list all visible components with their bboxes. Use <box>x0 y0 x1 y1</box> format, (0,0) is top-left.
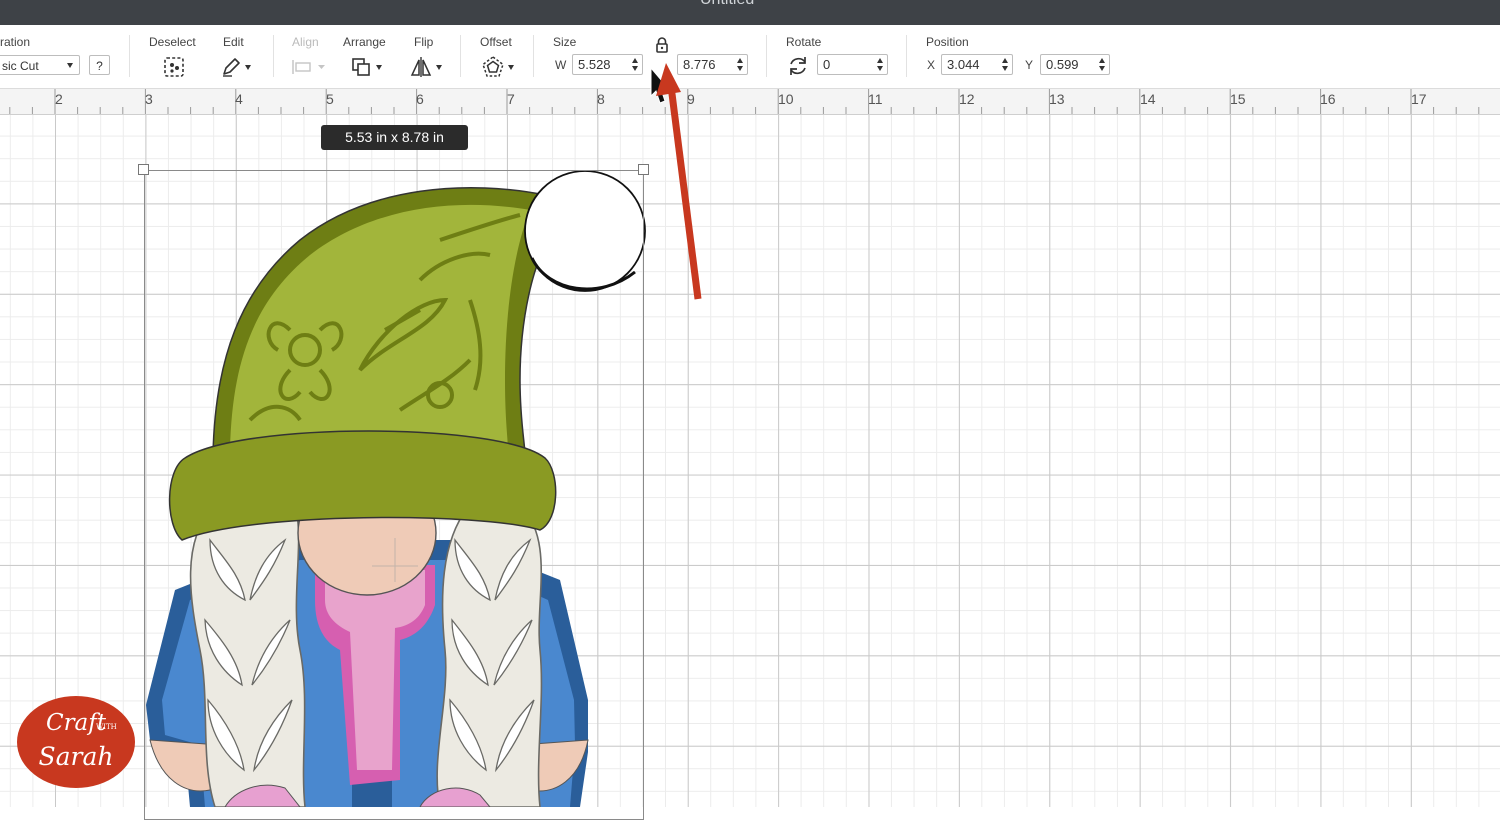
logo-text-craft: Craft <box>45 710 107 736</box>
watermark-logo: Craft WITH Sarah <box>17 696 135 788</box>
logo-text-with: WITH <box>96 723 117 731</box>
logo-text-sarah: Sarah <box>38 742 114 771</box>
annotation-overlay <box>650 63 702 300</box>
annotation-arrow-shaft <box>667 85 702 300</box>
